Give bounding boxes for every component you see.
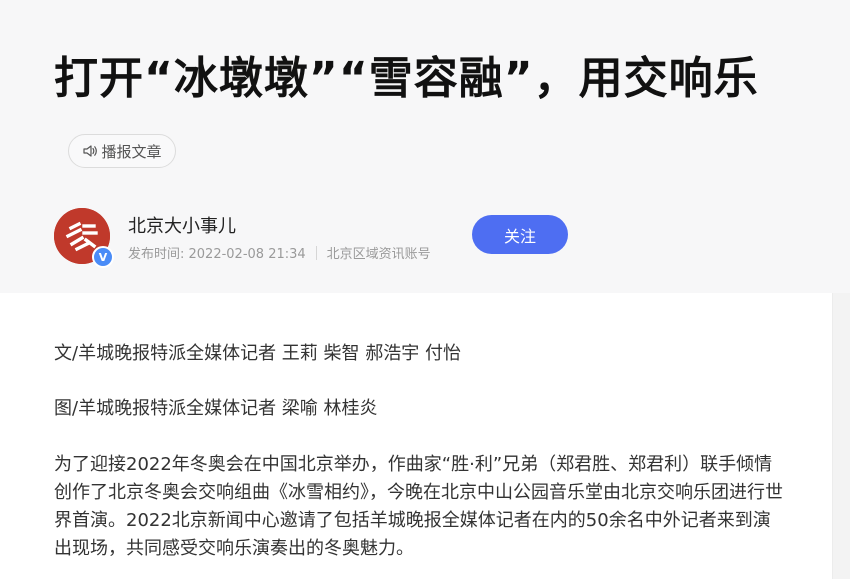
article-paragraph: 为了迎接2022年冬奥会在中国北京举办，作曲家“胜·利”兄弟（郑君胜、郑君利）联…	[54, 454, 783, 559]
article-header: 打开“冰墩墩”“雪容融”，用交响乐 播报文章 V 北京大小事儿 发布时间: 20…	[0, 0, 850, 293]
meta-divider	[315, 245, 317, 260]
author-name[interactable]: 北京大小事儿	[128, 212, 236, 238]
article-meta: 发布时间: 2022-02-08 21:34 北京区域资讯账号	[128, 243, 431, 262]
speaker-icon	[83, 145, 98, 157]
publish-time: 发布时间: 2022-02-08 21:34	[128, 247, 306, 262]
article-body: 文/羊城晚报特派全媒体记者 王莉 柴智 郝浩宇 付怡 图/羊城晚报特派全媒体记者…	[0, 293, 832, 579]
listen-article-label: 播报文章	[101, 142, 162, 161]
verified-badge-icon: V	[92, 246, 114, 268]
follow-button[interactable]: 关注	[472, 215, 568, 254]
article-paragraph: 图/羊城晚报特派全媒体记者 梁喻 林桂炎	[54, 398, 378, 419]
right-sidebar	[832, 293, 850, 579]
account-type: 北京区域资讯账号	[326, 247, 431, 262]
article-paragraph: 文/羊城晚报特派全媒体记者 王莉 柴智 郝浩宇 付怡	[54, 343, 461, 364]
author-avatar[interactable]: V	[54, 208, 114, 268]
article-title: 打开“冰墩墩”“雪容融”，用交响乐	[54, 53, 759, 104]
listen-article-button[interactable]: 播报文章	[68, 134, 176, 168]
